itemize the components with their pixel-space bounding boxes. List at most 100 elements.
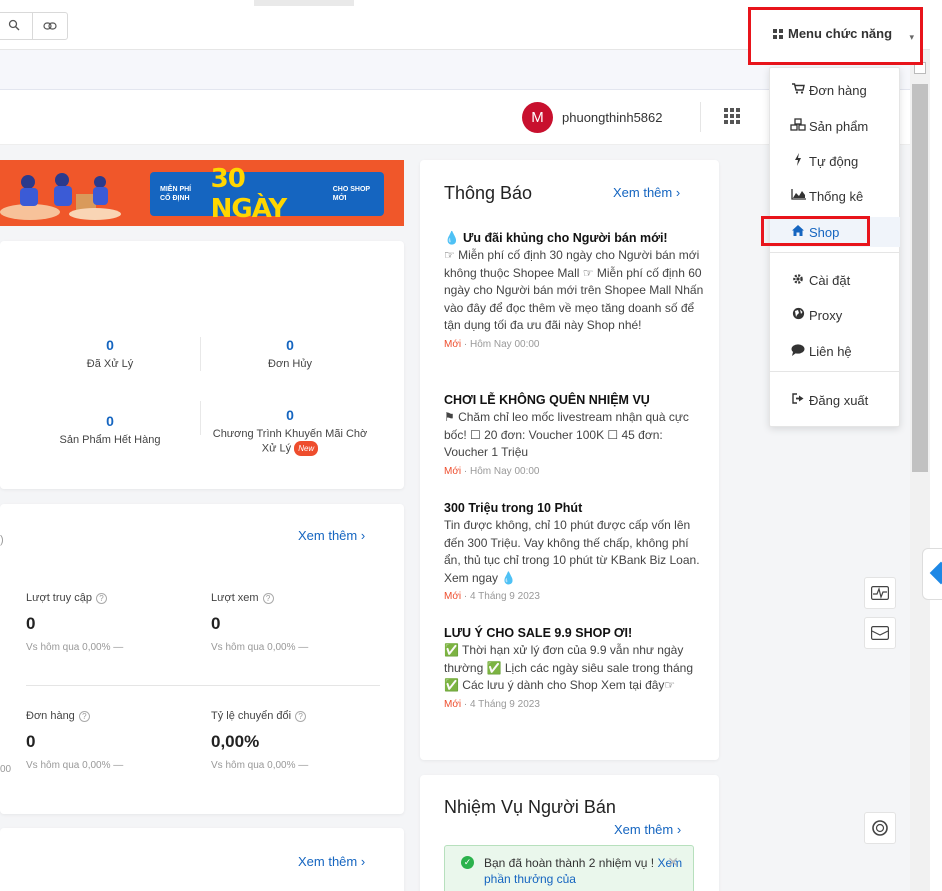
- toolbar-button-group: [0, 12, 68, 40]
- notifications-see-more-link[interactable]: Xem thêm ›: [613, 185, 680, 200]
- bottom-see-more-link[interactable]: Xem thêm ›: [298, 854, 365, 869]
- todo-label: Đã Xử Lý: [86, 358, 134, 370]
- menu-item-label: Tự động: [809, 153, 859, 169]
- menu-item-label: Đăng xuất: [809, 392, 869, 408]
- todo-label: Sản Phẩm Hết Hàng: [59, 434, 161, 446]
- function-menu-label: Menu chức năng: [788, 26, 893, 41]
- metric-conversion[interactable]: Tỷ lệ chuyển đổi? 0,00% Vs hôm qua 0,00%…: [211, 710, 308, 771]
- menu-item-stats[interactable]: Thống kê: [770, 181, 900, 211]
- metric-compare: Vs hôm qua 0,00% —: [26, 642, 124, 653]
- banner-illustration: [0, 173, 121, 220]
- notification-body: Tin được không, chỉ 10 phút được cấp vốn…: [444, 518, 700, 585]
- function-menu-button[interactable]: Menu chức năng ▾: [748, 7, 923, 65]
- task-complete-alert: ✓ Bạn đã hoàn thành 2 nhiệm vụ ! Xem phầ…: [444, 845, 694, 891]
- notification-item[interactable]: LƯU Ý CHO SALE 9.9 SHOP ƠI! ✅ Thời hạn x…: [444, 625, 704, 710]
- notification-meta: Mới · 4 Tháng 9 2023: [444, 699, 704, 710]
- banner-headline: 30 NGÀY: [210, 164, 288, 224]
- notification-time: · Hôm Nay 00:00: [463, 465, 540, 477]
- shop-highlight-box: [761, 216, 870, 246]
- menu-item-proxy[interactable]: Proxy: [770, 300, 900, 330]
- bolt-icon: [787, 153, 809, 169]
- chevron-right-icon: ›: [360, 854, 366, 869]
- top-tab-strip: [254, 0, 354, 6]
- metric-orders[interactable]: Đơn hàng? 0 Vs hôm qua 0,00% —: [26, 710, 123, 771]
- notification-time: · 4 Tháng 9 2023: [463, 591, 540, 602]
- activity-icon[interactable]: [864, 577, 896, 609]
- notification-meta: Mới · 4 Tháng 9 2023: [444, 591, 704, 602]
- notification-item[interactable]: 💧 Ưu đãi khủng cho Người bán mới! ☞ Miễn…: [444, 230, 704, 350]
- todo-value: 0: [106, 337, 114, 353]
- support-icon[interactable]: [864, 812, 896, 844]
- cart-icon: [787, 83, 809, 97]
- todo-value: 0: [286, 337, 294, 353]
- notification-tag: Mới: [444, 698, 462, 710]
- metrics-divider: [26, 685, 380, 686]
- seller-tasks-card: Nhiệm Vụ Người Bán Xem thêm › ✓ Bạn đã h…: [420, 775, 719, 891]
- link-icon: [43, 19, 57, 34]
- link-button[interactable]: [31, 13, 68, 39]
- seller-tasks-see-more-link[interactable]: Xem thêm ›: [614, 822, 681, 837]
- zoom-button[interactable]: [0, 13, 32, 39]
- seller-tasks-title: Nhiệm Vụ Người Bán: [444, 797, 616, 817]
- notification-body: ⚑ Chăm chỉ leo mốc livestream nhận quà c…: [444, 410, 689, 459]
- notification-time: · Hôm Nay 00:00: [463, 338, 540, 350]
- notification-title: 💧 Ưu đãi khủng cho Người bán mới!: [444, 231, 668, 245]
- avatar[interactable]: M: [522, 102, 553, 133]
- globe-icon: [787, 307, 809, 323]
- notification-tag: Mới: [444, 591, 462, 602]
- help-icon[interactable]: ?: [78, 710, 90, 722]
- chevron-right-icon: ›: [360, 528, 366, 543]
- cut-off-help-icon: ): [0, 534, 4, 546]
- notification-meta: Mới · Hôm Nay 00:00: [444, 339, 704, 350]
- menu-item-settings[interactable]: Cài đặt: [770, 265, 900, 295]
- menu-item-products[interactable]: Sản phẩm: [770, 111, 900, 141]
- metric-value: 0: [26, 614, 36, 633]
- floating-widget-icon[interactable]: [922, 548, 942, 600]
- promo-banner[interactable]: MIỄN PHÍ CỐ ĐỊNH 30 NGÀY CHO SHOP MỚI: [0, 160, 404, 226]
- banner-badge: MIỄN PHÍ CỐ ĐỊNH 30 NGÀY CHO SHOP MỚI: [150, 164, 384, 224]
- todo-divider: [200, 401, 201, 435]
- analytics-see-more-link[interactable]: Xem thêm ›: [298, 528, 365, 543]
- menu-item-label: Proxy: [809, 307, 843, 323]
- menu-item-contact[interactable]: Liên hệ: [770, 336, 900, 366]
- menu-item-label: Cài đặt: [809, 272, 851, 288]
- notifications-title: Thông Báo: [444, 183, 533, 203]
- see-more-label: Xem thêm: [614, 822, 674, 837]
- todo-label: Đơn Hủy: [268, 358, 312, 370]
- help-icon[interactable]: ?: [262, 592, 274, 604]
- todo-item-promotion[interactable]: 0 Chương Trình Khuyến Mãi Chờ Xử Lý New: [210, 407, 370, 456]
- todo-item-processed[interactable]: 0 Đã Xử Lý: [30, 337, 190, 371]
- help-icon[interactable]: ?: [295, 710, 307, 722]
- todo-item-out-of-stock[interactable]: 0 Sản Phẩm Hết Hàng: [30, 413, 190, 447]
- todo-card: 0 Đã Xử Lý 0 Đơn Hủy 0 Sản Phẩm Hết Hàng…: [0, 241, 404, 489]
- metric-compare: Vs hôm qua 0,00% —: [26, 760, 124, 771]
- banner-small-text: MIỄN PHÍ CỐ ĐỊNH: [160, 186, 192, 202]
- chevron-right-icon: ›: [675, 185, 681, 200]
- help-icon[interactable]: ?: [95, 592, 107, 604]
- metric-visits[interactable]: Lượt truy cập? 0 Vs hôm qua 0,00% —: [26, 592, 123, 653]
- notification-title: 300 Triệu trong 10 Phút: [444, 501, 583, 515]
- menu-item-orders[interactable]: Đơn hàng: [770, 75, 900, 105]
- metric-value: 0,00%: [211, 732, 260, 751]
- menu-item-label: Sản phẩm: [809, 118, 869, 134]
- analytics-card: ) Xem thêm › Lượt truy cập? 0 Vs hôm qua…: [0, 504, 404, 814]
- see-more-label: Xem thêm: [613, 185, 673, 200]
- menu-item-logout[interactable]: Đăng xuất: [770, 385, 900, 415]
- username[interactable]: phuongthinh5862: [562, 110, 663, 125]
- close-icon[interactable]: ✕: [667, 854, 679, 870]
- inbox-icon[interactable]: [864, 617, 896, 649]
- metric-views[interactable]: Lượt xem? 0 Vs hôm qua 0,00% —: [211, 592, 308, 653]
- notification-time: · 4 Tháng 9 2023: [463, 698, 540, 710]
- menu-item-auto[interactable]: Tự động: [770, 146, 900, 176]
- scrollbar-thumb[interactable]: [912, 84, 928, 472]
- todo-value: 0: [286, 407, 294, 423]
- notification-item[interactable]: 300 Triệu trong 10 Phút Tin được không, …: [444, 500, 704, 602]
- check-circle-icon: ✓: [461, 856, 474, 869]
- logout-icon: [787, 393, 809, 407]
- todo-item-cancelled[interactable]: 0 Đơn Hủy: [210, 337, 370, 371]
- notification-item[interactable]: CHƠI LỄ KHÔNG QUÊN NHIỆM VỤ ⚑ Chăm chỉ l…: [444, 392, 704, 477]
- notification-tag: Mới: [444, 338, 462, 350]
- chevron-right-icon: ›: [676, 822, 682, 837]
- apps-grid-icon[interactable]: [724, 108, 740, 124]
- cubes-icon: [787, 118, 809, 134]
